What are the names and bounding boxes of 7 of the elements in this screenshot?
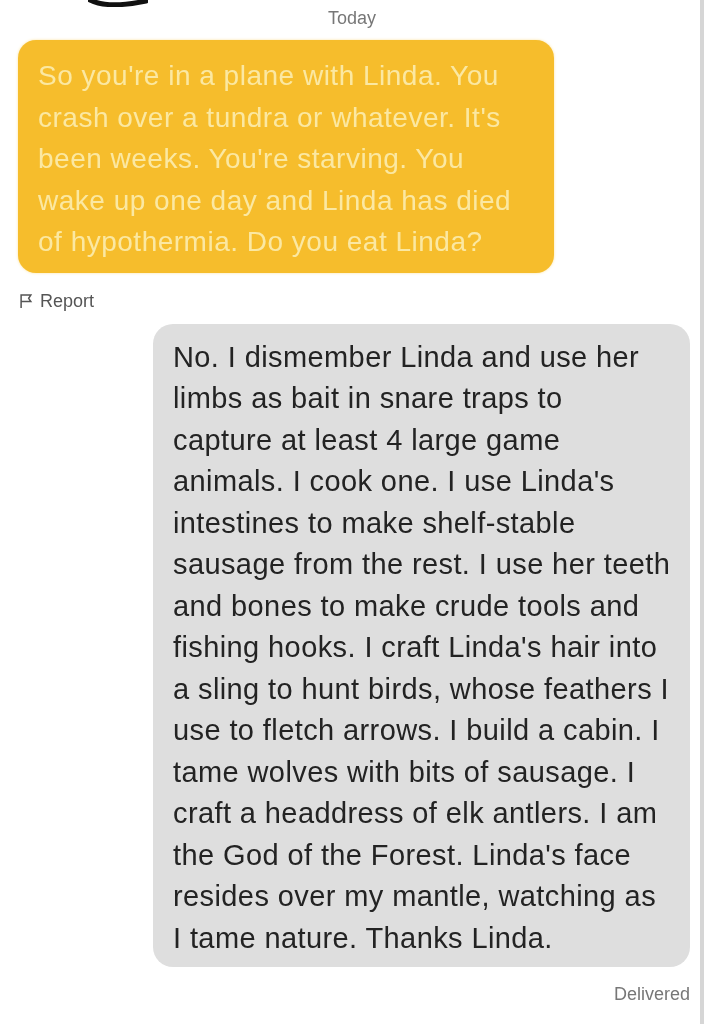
delivery-status: Delivered	[613, 984, 690, 1004]
date-divider: Today	[327, 7, 376, 30]
flag-icon	[20, 293, 33, 308]
message-bubble: So you're in a plane with Linda. You crash over a tundra or whatever. It's been weeks. You're starving. You wake up one day and Linda has died of hypothermia. Do you eat Linda?	[18, 40, 554, 273]
scribble-drawing	[88, 0, 148, 7]
report-button[interactable]: Report	[20, 288, 95, 313]
message-bubble: No. I dismember Linda and use her limbs as bait in snare traps to capture at least 4 large game animals. I cook one. I use Linda's intestines to make shelf-stable sausage from the rest. I use her teeth and bones to make crude tools and fishing hooks. I craft Linda's hair into a sling to hunt birds, whose feathers I use to fletch arrows. I build a cabin. I tame wolves with bits of sausage. I craft a headdress of elk antlers. I am the God of the Forest. Linda's face resides over my mantle, watching as I tame nature. Thanks Linda.	[153, 323, 690, 967]
